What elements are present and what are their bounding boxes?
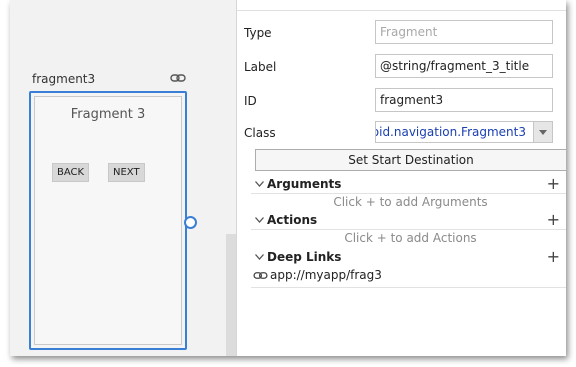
type-field[interactable]: Fragment xyxy=(375,20,553,44)
arguments-hint: Click + to add Arguments xyxy=(333,195,488,209)
plus-icon[interactable]: + xyxy=(547,174,560,193)
label-label: Label xyxy=(244,60,277,74)
plus-icon[interactable]: + xyxy=(547,210,560,229)
section-divider xyxy=(251,193,566,194)
id-field[interactable]: fragment3 xyxy=(375,88,553,112)
deep-links-section-header[interactable]: Deep Links + xyxy=(251,247,566,266)
chevron-down-icon[interactable] xyxy=(255,217,264,223)
chevron-down-icon[interactable] xyxy=(255,181,264,187)
action-connection-handle[interactable] xyxy=(184,216,197,229)
class-label: Class xyxy=(244,126,276,140)
graph-canvas[interactable]: fragment3 Fragment 3 BACK NEXT xyxy=(10,0,236,356)
actions-section-header[interactable]: Actions + xyxy=(251,210,566,229)
chevron-down-icon[interactable] xyxy=(255,254,264,260)
arguments-title: Arguments xyxy=(267,177,342,191)
fragment-preview-title: Fragment 3 xyxy=(70,107,146,122)
caret-down-icon[interactable] xyxy=(533,122,552,142)
actions-hint: Click + to add Actions xyxy=(344,231,477,245)
fragment-destination-name: fragment3 xyxy=(32,72,96,86)
id-label: ID xyxy=(244,94,257,108)
preview-back-button: BACK xyxy=(52,163,90,182)
type-label: Type xyxy=(244,26,272,40)
plus-icon[interactable]: + xyxy=(547,247,560,266)
arguments-section-header[interactable]: Arguments + xyxy=(251,174,566,193)
link-icon xyxy=(253,272,268,279)
panel-divider xyxy=(237,10,566,11)
link-icon xyxy=(170,74,186,82)
panel-divider xyxy=(251,287,566,288)
fragment-destination-card[interactable]: Fragment 3 BACK NEXT xyxy=(29,91,187,350)
section-divider xyxy=(251,229,566,230)
canvas-scrollbar[interactable] xyxy=(226,234,236,356)
preview-next-button: NEXT xyxy=(108,163,145,182)
fragment-preview: Fragment 3 BACK NEXT xyxy=(34,96,182,345)
deep-link-uri: app://myapp/frag3 xyxy=(270,268,382,282)
attributes-panel: Type Fragment Label @string/fragment_3_t… xyxy=(236,0,566,356)
label-field[interactable]: @string/fragment_3_title xyxy=(375,54,553,78)
class-select[interactable]: ndroid.navigation.Fragment3 xyxy=(375,121,553,143)
actions-title: Actions xyxy=(267,213,318,227)
deep-links-title: Deep Links xyxy=(267,250,342,264)
navigation-editor-window: fragment3 Fragment 3 BACK NEXT Type Frag… xyxy=(10,0,566,356)
set-start-destination-button[interactable]: Set Start Destination xyxy=(255,149,566,171)
class-select-value: ndroid.navigation.Fragment3 xyxy=(376,125,526,139)
